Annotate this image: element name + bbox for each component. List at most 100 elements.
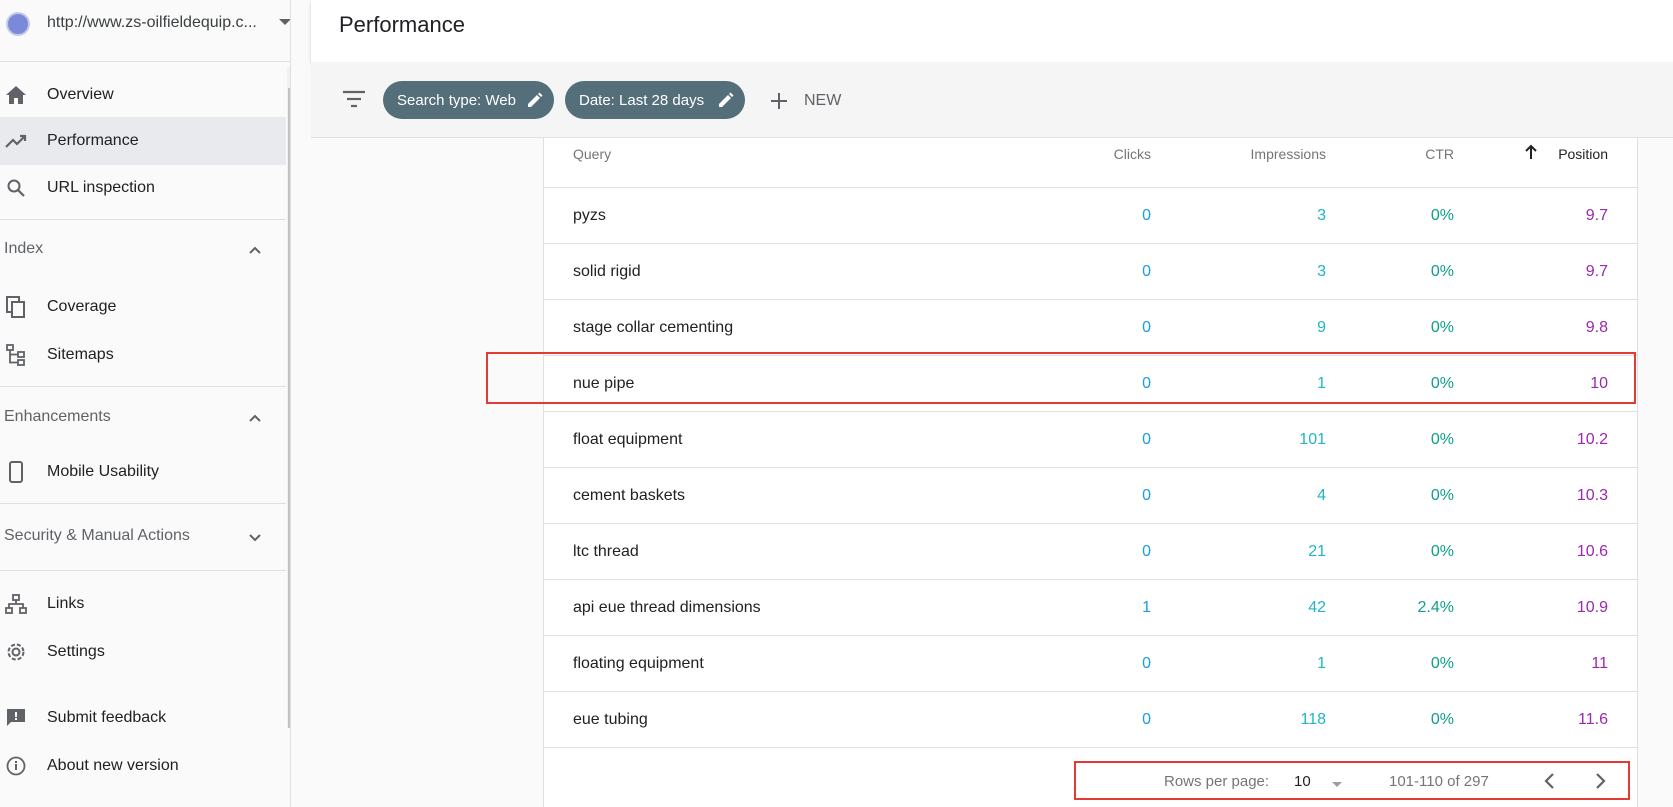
column-header-ctr[interactable]: CTR bbox=[1425, 146, 1454, 162]
sidebar-item-about-new-version[interactable]: About new version bbox=[0, 742, 286, 790]
cell-impressions: 3 bbox=[1317, 263, 1326, 280]
previous-page-icon[interactable] bbox=[1539, 770, 1561, 792]
cell-clicks: 0 bbox=[1142, 487, 1151, 504]
cell-impressions: 21 bbox=[1308, 543, 1326, 560]
table-row[interactable]: floating equipment 0 1 0% 11 bbox=[544, 636, 1637, 692]
column-header-query[interactable]: Query bbox=[573, 146, 611, 162]
sidebar-item-label: Submit feedback bbox=[47, 709, 167, 726]
section-index[interactable]: Index bbox=[0, 226, 286, 274]
date-range-chip[interactable]: Date: Last 28 days bbox=[565, 81, 745, 119]
sidebar-item-sitemaps[interactable]: Sitemaps bbox=[0, 331, 286, 379]
cell-query: stage collar cementing bbox=[573, 319, 734, 336]
sidebar-item-links[interactable]: Links bbox=[0, 580, 286, 628]
cell-ctr: 0% bbox=[1430, 487, 1454, 504]
dropdown-caret-icon[interactable] bbox=[1332, 782, 1342, 787]
cell-query: api eue thread dimensions bbox=[573, 599, 761, 616]
chip-label: Date: Last 28 days bbox=[579, 91, 705, 109]
table-row[interactable]: solid rigid 0 3 0% 9.7 bbox=[544, 244, 1637, 300]
info-icon bbox=[4, 754, 28, 778]
cell-query: eue tubing bbox=[573, 711, 648, 728]
column-header-position[interactable]: Position bbox=[1558, 146, 1608, 162]
pagination-bar: Rows per page: 10 101-110 of 297 bbox=[544, 750, 1637, 807]
cell-position: 11.6 bbox=[1578, 711, 1608, 728]
cell-clicks: 0 bbox=[1142, 263, 1151, 280]
divider bbox=[0, 219, 286, 220]
sidebar-item-label: Overview bbox=[47, 86, 114, 103]
dropdown-caret-icon[interactable] bbox=[279, 19, 290, 25]
divider bbox=[0, 570, 286, 571]
chevron-up-icon bbox=[247, 410, 263, 426]
table-row[interactable]: nue pipe 0 1 0% 10 bbox=[544, 356, 1637, 412]
globe-icon bbox=[6, 12, 30, 36]
sidebar-item-label: Settings bbox=[47, 643, 105, 660]
cell-clicks: 0 bbox=[1142, 375, 1151, 392]
chip-label: Search type: Web bbox=[397, 91, 516, 109]
cell-clicks: 0 bbox=[1142, 543, 1151, 560]
edit-pencil-icon[interactable] bbox=[526, 91, 544, 109]
cell-ctr: 0% bbox=[1430, 655, 1454, 672]
section-security[interactable]: Security & Manual Actions bbox=[0, 513, 286, 561]
cell-query: nue pipe bbox=[573, 375, 635, 392]
sitemap-icon bbox=[4, 343, 28, 367]
section-label: Enhancements bbox=[4, 408, 111, 425]
sidebar-item-submit-feedback[interactable]: Submit feedback bbox=[0, 694, 286, 742]
section-label: Security & Manual Actions bbox=[4, 527, 190, 544]
column-header-impressions[interactable]: Impressions bbox=[1251, 146, 1326, 162]
sidebar-scrollbar-thumb[interactable] bbox=[288, 88, 290, 728]
cell-ctr: 0% bbox=[1430, 711, 1454, 728]
table-row[interactable]: cement baskets 0 4 0% 10.3 bbox=[544, 468, 1637, 524]
section-enhancements[interactable]: Enhancements bbox=[0, 394, 286, 442]
cell-query: float equipment bbox=[573, 431, 683, 448]
cell-clicks: 0 bbox=[1142, 319, 1151, 336]
rows-per-page-select[interactable]: 10 bbox=[1294, 773, 1311, 790]
page-title: Performance bbox=[339, 12, 465, 37]
cell-impressions: 1 bbox=[1317, 655, 1326, 672]
cell-clicks: 0 bbox=[1142, 711, 1151, 728]
sort-arrow-up-icon[interactable] bbox=[1524, 144, 1538, 163]
sidebar-item-overview[interactable]: Overview bbox=[0, 71, 286, 119]
sidebar-item-coverage[interactable]: Coverage bbox=[0, 283, 286, 331]
plus-icon bbox=[768, 90, 790, 112]
cell-position: 9.7 bbox=[1585, 207, 1608, 224]
gear-icon bbox=[4, 640, 28, 664]
edit-pencil-icon[interactable] bbox=[717, 91, 735, 109]
table-row[interactable]: eue tubing 0 118 0% 11.6 bbox=[544, 692, 1637, 748]
table-row[interactable]: ltc thread 0 21 0% 10.6 bbox=[544, 524, 1637, 580]
sidebar-item-label: Sitemaps bbox=[47, 346, 114, 363]
column-header-clicks[interactable]: Clicks bbox=[1114, 146, 1151, 162]
table-row[interactable]: pyzs 0 3 0% 9.7 bbox=[544, 188, 1637, 244]
table-row[interactable]: float equipment 0 101 0% 10.2 bbox=[544, 412, 1637, 468]
sidebar-item-mobile-usability[interactable]: Mobile Usability bbox=[0, 448, 286, 496]
cell-position: 10.2 bbox=[1576, 431, 1608, 448]
sidebar-item-performance[interactable]: Performance bbox=[0, 117, 286, 165]
sidebar-item-settings[interactable]: Settings bbox=[0, 628, 286, 676]
sidebar-item-label: URL inspection bbox=[47, 179, 155, 196]
cell-ctr: 0% bbox=[1430, 543, 1454, 560]
sidebar-item-label: Performance bbox=[47, 132, 139, 149]
sidebar-item-label: Mobile Usability bbox=[47, 463, 160, 480]
cell-position: 9.7 bbox=[1585, 263, 1608, 280]
new-filter-button[interactable]: NEW bbox=[768, 84, 841, 118]
cell-query: ltc thread bbox=[573, 543, 639, 560]
section-label: Index bbox=[4, 240, 44, 257]
cell-ctr: 0% bbox=[1430, 375, 1454, 392]
sidebar: http://www.zs-oilfieldequip.c... Overvie… bbox=[0, 0, 291, 807]
chevron-down-icon bbox=[247, 529, 263, 545]
property-selector[interactable]: http://www.zs-oilfieldequip.c... bbox=[0, 0, 290, 62]
links-icon bbox=[4, 592, 28, 616]
next-page-icon[interactable] bbox=[1589, 770, 1611, 792]
search-type-chip[interactable]: Search type: Web bbox=[383, 81, 554, 119]
cell-impressions: 1 bbox=[1317, 375, 1326, 392]
property-url: http://www.zs-oilfieldequip.c... bbox=[47, 14, 257, 31]
trending-up-icon bbox=[4, 129, 28, 153]
cell-clicks: 0 bbox=[1142, 207, 1151, 224]
cell-clicks: 1 bbox=[1142, 599, 1151, 616]
cell-impressions: 4 bbox=[1317, 487, 1326, 504]
table-row[interactable]: api eue thread dimensions 1 42 2.4% 10.9 bbox=[544, 580, 1637, 636]
cell-query: solid rigid bbox=[573, 263, 641, 280]
coverage-icon bbox=[4, 295, 28, 319]
filter-icon[interactable] bbox=[341, 88, 367, 110]
cell-ctr: 2.4% bbox=[1417, 599, 1454, 616]
table-row[interactable]: stage collar cementing 0 9 0% 9.8 bbox=[544, 300, 1637, 356]
sidebar-item-url-inspection[interactable]: URL inspection bbox=[0, 164, 286, 212]
